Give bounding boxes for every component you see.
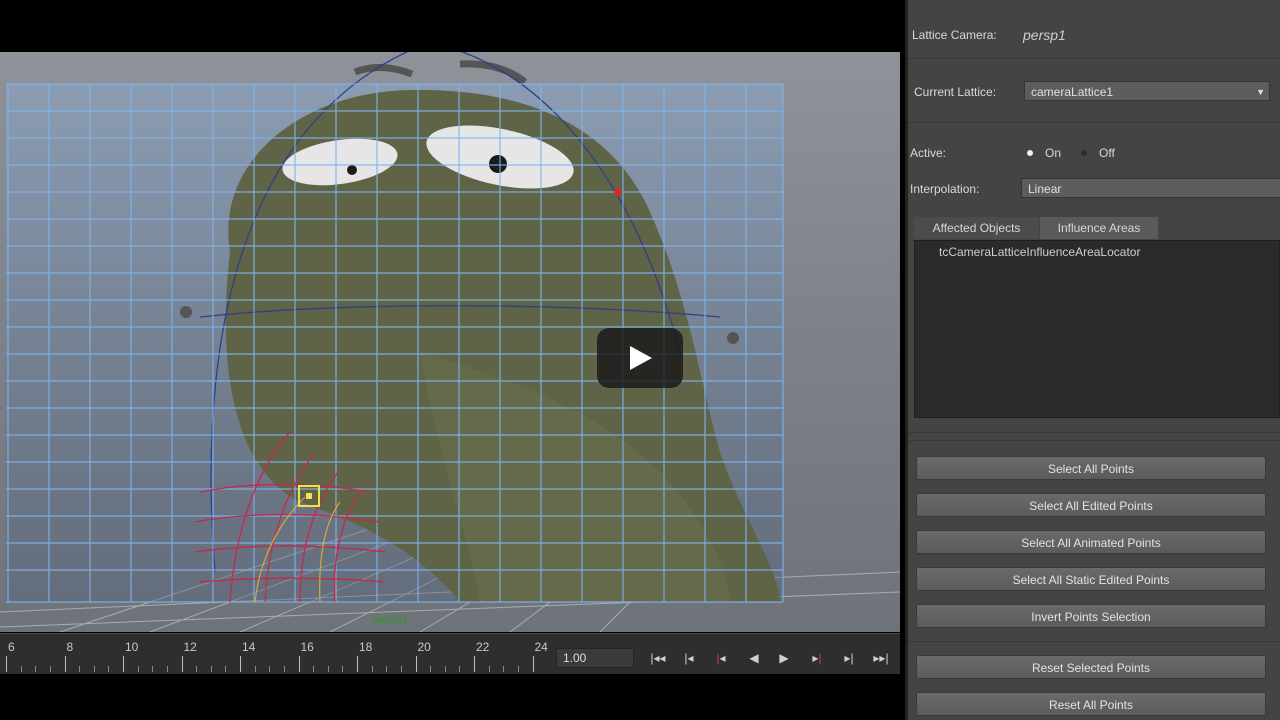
edited-point-marker bbox=[614, 188, 622, 196]
lattice-camera-value: persp1 bbox=[1023, 27, 1066, 43]
timeline-minor-tick bbox=[20, 666, 22, 672]
timeline-tick-label: 16 bbox=[300, 640, 314, 654]
current-lattice-label: Current Lattice: bbox=[914, 85, 997, 99]
video-play-button[interactable] bbox=[597, 328, 683, 388]
influence-areas-list[interactable]: tcCameraLatticeInfluenceAreaLocator bbox=[914, 240, 1280, 418]
reset-selected-points-button[interactable]: Reset Selected Points bbox=[916, 655, 1266, 679]
active-label: Active: bbox=[910, 146, 947, 160]
scene-render bbox=[0, 52, 900, 632]
timeline-tick bbox=[181, 656, 183, 672]
timeline-minor-tick bbox=[210, 666, 212, 672]
timeline-tick-label: 22 bbox=[476, 640, 490, 654]
time-slider[interactable]: 6 8 10 12 14 16 18 20 22 24 1.00 |◂◂ |◂ |◂ ◀ ▶ ▸|… bbox=[0, 633, 900, 674]
timeline-tick bbox=[240, 656, 241, 672]
current-lattice-value: cameraLattice1 bbox=[1031, 85, 1114, 99]
timeline-minor-tick bbox=[152, 666, 154, 672]
timeline-minor-tick bbox=[79, 666, 81, 672]
timeline-minor-tick bbox=[313, 666, 315, 672]
timeline-minor-tick bbox=[108, 666, 110, 672]
timeline-minor-tick bbox=[49, 666, 51, 672]
go-to-end-icon[interactable]: ▸▸| bbox=[868, 650, 894, 666]
timeline-minor-tick bbox=[269, 666, 271, 672]
step-back-key-icon[interactable]: |◂ bbox=[676, 650, 702, 666]
timeline-tick-label: 6 bbox=[8, 640, 15, 654]
timeline-tick bbox=[298, 656, 300, 672]
lattice-camera-label: Lattice Camera: bbox=[912, 28, 997, 42]
divider bbox=[908, 122, 1280, 123]
timeline-minor-tick bbox=[93, 666, 95, 672]
viewport-area: persp1 6 8 10 12 14 16 18 20 22 24 1.00 |◂◂ |◂ |◂… bbox=[0, 0, 905, 720]
select-all-static-edited-points-button[interactable]: Select All Static Edited Points bbox=[916, 567, 1266, 591]
timeline-tick-label: 20 bbox=[417, 640, 431, 654]
timeline-minor-tick bbox=[444, 666, 446, 672]
timeline-minor-tick bbox=[35, 666, 37, 672]
step-back-frame-icon[interactable]: |◂ bbox=[708, 650, 734, 666]
timeline-minor-tick bbox=[196, 666, 198, 672]
step-forward-key-icon[interactable]: ▸| bbox=[836, 650, 862, 666]
active-on-radio[interactable] bbox=[1027, 150, 1033, 156]
divider bbox=[908, 58, 1280, 59]
interpolation-label: Interpolation: bbox=[910, 182, 980, 196]
select-all-animated-points-button[interactable]: Select All Animated Points bbox=[916, 530, 1266, 554]
select-all-edited-points-button[interactable]: Select All Edited Points bbox=[916, 493, 1266, 517]
timeline-minor-tick bbox=[488, 666, 490, 672]
timeline-minor-tick bbox=[342, 666, 344, 672]
timeline-minor-tick bbox=[137, 666, 139, 672]
tab-affected-objects[interactable]: Affected Objects bbox=[914, 217, 1039, 239]
interpolation-value: Linear bbox=[1028, 182, 1062, 196]
step-forward-frame-icon[interactable]: ▸| bbox=[804, 650, 830, 666]
play-icon bbox=[630, 346, 652, 370]
timeline-tick bbox=[64, 656, 66, 672]
perspective-viewport[interactable]: persp1 bbox=[0, 52, 900, 632]
tab-influence-areas[interactable]: Influence Areas bbox=[1040, 217, 1158, 239]
reset-all-points-button[interactable]: Reset All Points bbox=[916, 692, 1266, 716]
timeline-tick bbox=[474, 656, 475, 672]
timeline-minor-tick bbox=[283, 666, 285, 672]
invert-points-selection-button[interactable]: Invert Points Selection bbox=[916, 604, 1266, 628]
timeline-tick bbox=[357, 656, 358, 672]
timeline-ruler[interactable]: 6 8 10 12 14 16 18 20 22 24 bbox=[0, 634, 552, 674]
timeline-minor-tick bbox=[254, 666, 256, 672]
timeline-tick-label: 14 bbox=[242, 640, 256, 654]
timeline-minor-tick bbox=[371, 666, 373, 672]
play-backwards-icon[interactable]: ◀ bbox=[741, 650, 767, 666]
camera-label: persp1 bbox=[371, 614, 409, 626]
list-item[interactable]: tcCameraLatticeInfluenceAreaLocator bbox=[939, 245, 1140, 259]
timeline-minor-tick bbox=[327, 666, 329, 672]
timeline-tick-label: 8 bbox=[66, 640, 74, 654]
timeline-tick bbox=[6, 656, 7, 672]
active-on-label: On bbox=[1045, 146, 1062, 160]
camera-lattice-panel: Lattice Camera: persp1 Current Lattice: … bbox=[905, 0, 1280, 720]
timeline-tick-label: 18 bbox=[359, 640, 373, 654]
chevron-down-icon: ▼ bbox=[1256, 87, 1265, 97]
timeline-tick bbox=[123, 656, 124, 672]
timeline-minor-tick bbox=[430, 666, 432, 672]
current-frame-field[interactable]: 1.00 bbox=[556, 648, 634, 668]
timeline-minor-tick bbox=[166, 666, 168, 672]
active-off-radio[interactable] bbox=[1081, 150, 1087, 156]
divider bbox=[908, 641, 1280, 642]
select-all-points-button[interactable]: Select All Points bbox=[916, 456, 1266, 480]
timeline-tick bbox=[532, 656, 534, 672]
timeline-minor-tick bbox=[225, 666, 227, 672]
interpolation-dropdown[interactable]: Linear bbox=[1021, 178, 1280, 198]
divider bbox=[908, 440, 1280, 441]
timeline-tick-label: 10 bbox=[125, 640, 139, 654]
divider bbox=[908, 432, 1280, 433]
current-lattice-dropdown[interactable]: cameraLattice1 ▼ bbox=[1024, 81, 1270, 101]
timeline-tick-label: 12 bbox=[183, 640, 197, 654]
timeline-minor-tick bbox=[517, 666, 519, 672]
timeline-minor-tick bbox=[459, 666, 461, 672]
timeline-tick-label: 24 bbox=[534, 640, 548, 654]
timeline-tick bbox=[415, 656, 417, 672]
timeline-minor-tick bbox=[400, 666, 402, 672]
active-off-label: Off bbox=[1099, 146, 1115, 160]
timeline-minor-tick bbox=[503, 666, 505, 672]
play-forwards-icon[interactable]: ▶ bbox=[771, 650, 797, 666]
go-to-start-icon[interactable]: |◂◂ bbox=[645, 650, 671, 666]
timeline-minor-tick bbox=[386, 666, 388, 672]
